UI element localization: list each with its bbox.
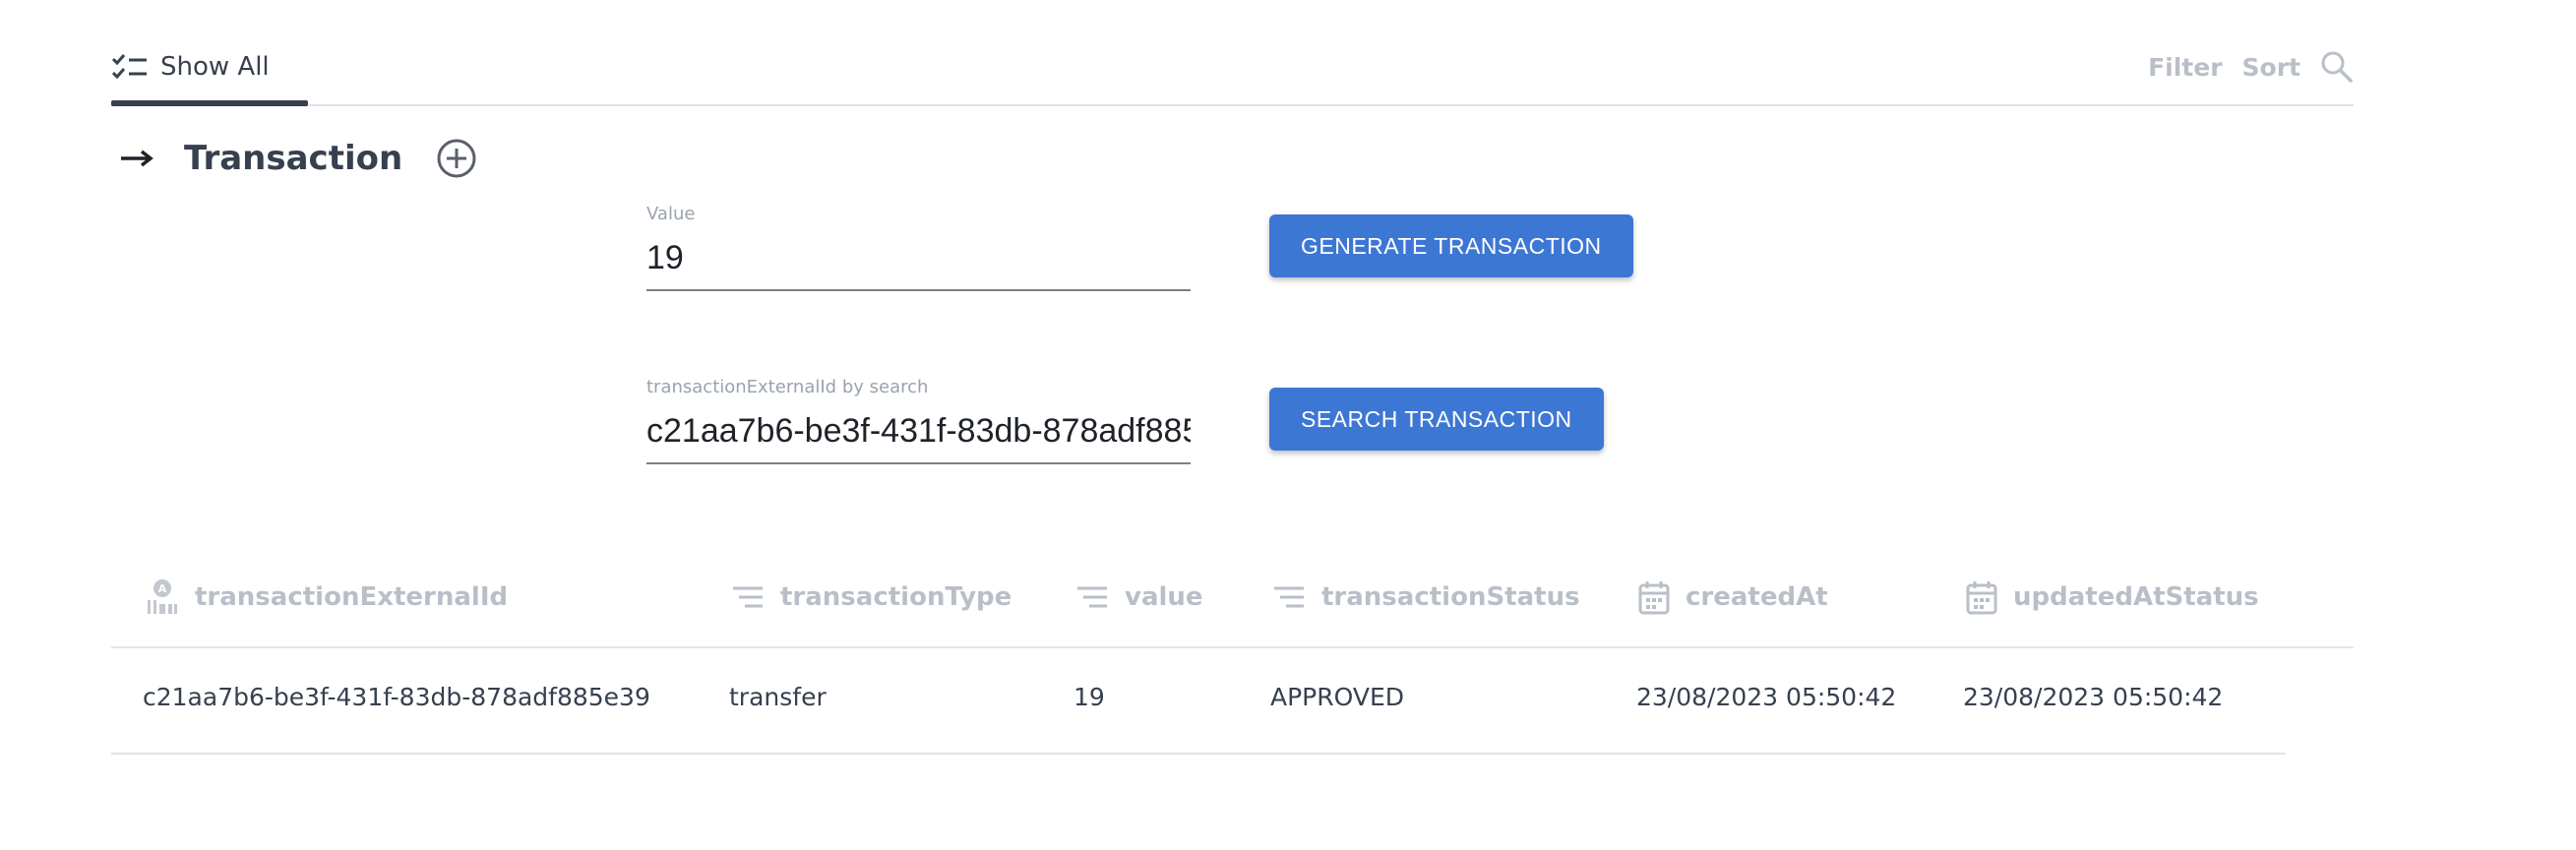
add-circle-icon[interactable] (436, 138, 477, 179)
column-header-value[interactable]: value (1075, 576, 1203, 619)
text-field-icon (1272, 584, 1306, 610)
section-header: Transaction (111, 134, 477, 183)
column-header-updated-at-status[interactable]: updatedAtStatus (1966, 576, 2259, 619)
cell-transaction-external-id: c21aa7b6-be3f-431f-83db-878adf885e39 (143, 683, 650, 711)
section-title: Transaction (184, 139, 403, 178)
cell-transaction-status: APPROVED (1270, 683, 1405, 711)
transactions-table: A transactionExternalId transactionType (111, 556, 2354, 755)
arrow-right-icon (119, 149, 154, 168)
tab-show-all[interactable]: Show All (111, 47, 308, 106)
generate-transaction-button[interactable]: GENERATE TRANSACTION (1269, 214, 1633, 277)
value-input[interactable] (646, 231, 1191, 291)
column-label: value (1125, 582, 1203, 612)
cell-created-at: 23/08/2023 05:50:42 (1636, 683, 1897, 711)
view-tab-bar: Show All Filter Sort (111, 0, 2354, 106)
filter-button[interactable]: Filter (2148, 53, 2222, 82)
toolbar-actions: Filter Sort (2148, 47, 2354, 87)
table-row[interactable]: c21aa7b6-be3f-431f-83db-878adf885e39 tra… (111, 648, 2286, 755)
value-field-label: Value (646, 204, 696, 224)
cell-updated-at-status: 23/08/2023 05:50:42 (1963, 683, 2224, 711)
column-label: transactionType (780, 582, 1012, 612)
text-field-icon (731, 584, 765, 610)
search-transaction-button[interactable]: SEARCH TRANSACTION (1269, 388, 1604, 451)
calendar-icon (1638, 579, 1670, 615)
active-tab-indicator (111, 100, 308, 106)
search-transaction-input[interactable] (646, 404, 1191, 464)
column-header-transaction-type[interactable]: transactionType (731, 576, 1012, 619)
column-label: createdAt (1686, 582, 1828, 612)
svg-text:A: A (158, 582, 167, 595)
column-label: transactionStatus (1321, 582, 1580, 612)
search-field: transactionExternalId by search (646, 377, 1191, 464)
tab-show-all-label: Show All (160, 52, 270, 82)
sort-button[interactable]: Sort (2242, 53, 2300, 82)
text-field-icon (1075, 584, 1109, 610)
cell-transaction-type: transfer (729, 683, 827, 711)
column-label: updatedAtStatus (2013, 582, 2259, 612)
column-header-created-at[interactable]: createdAt (1638, 576, 1828, 619)
id-field-icon: A (146, 578, 179, 616)
column-label: transactionExternalId (195, 582, 509, 612)
cell-value: 19 (1073, 683, 1105, 711)
checklist-icon (111, 51, 149, 85)
search-field-label: transactionExternalId by search (646, 377, 929, 397)
value-field: Value (646, 204, 1191, 291)
column-header-transaction-status[interactable]: transactionStatus (1272, 576, 1580, 619)
table-header: A transactionExternalId transactionType (111, 556, 2354, 648)
column-header-transaction-external-id[interactable]: A transactionExternalId (146, 576, 508, 619)
search-icon[interactable] (2320, 50, 2354, 84)
calendar-icon (1966, 579, 1997, 615)
